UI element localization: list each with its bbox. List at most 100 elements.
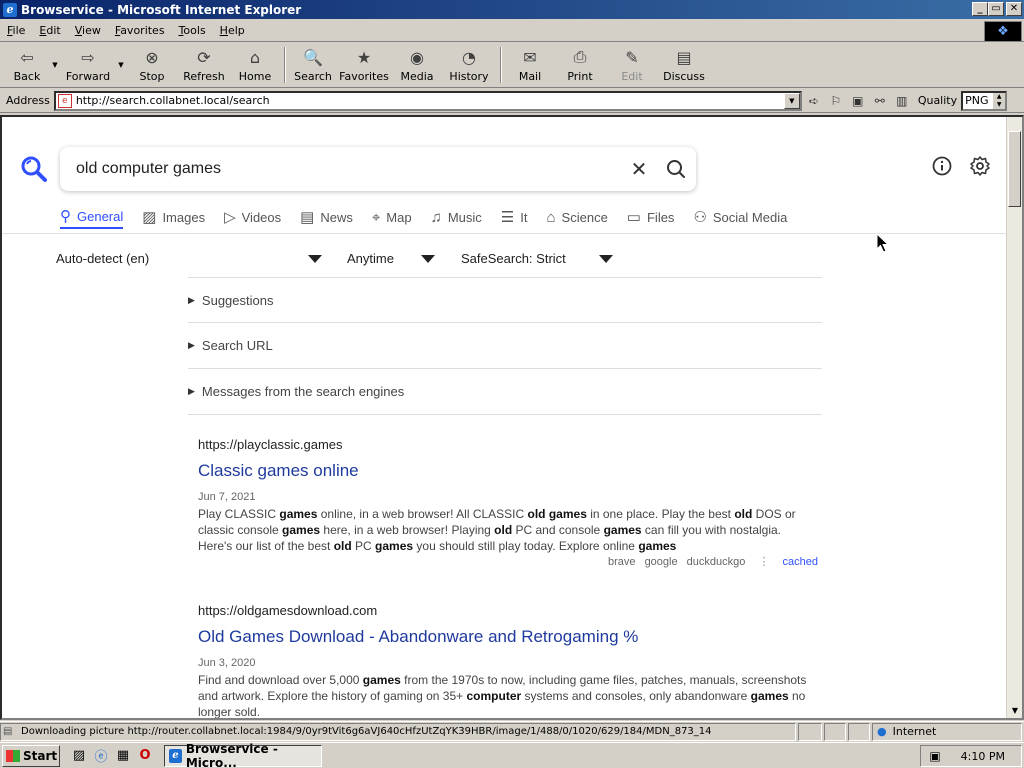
tab-science[interactable]: ⌂ Science [546, 205, 607, 229]
engine-label: google [644, 556, 678, 568]
result-engines: brave google duckduckgo ⋮ cached [198, 555, 818, 568]
tab-general[interactable]: ⚲ General [60, 205, 124, 229]
restore-button[interactable]: ▭ [988, 2, 1004, 16]
search-result: https://oldgamesdownload.com Old Games D… [198, 603, 818, 718]
tab-files[interactable]: ▭ Files [627, 205, 675, 229]
refresh-icon: ⟳ [197, 47, 211, 67]
edit-button[interactable]: ✎ Edit [606, 44, 658, 86]
menu-file[interactable]: File [0, 24, 32, 37]
mail-button[interactable]: ✉ Mail [506, 44, 554, 86]
back-button[interactable]: ⇦ Back [4, 44, 50, 86]
search-icon: ⚲ [60, 208, 71, 225]
search-url-toggle[interactable]: ▶ Search URL [188, 323, 822, 369]
result-url[interactable]: https://oldgamesdownload.com [198, 603, 818, 618]
taskbar: Start ▨ ⓔ ▦ O e Browservice - Micro... ▣… [0, 742, 1024, 768]
close-button[interactable]: ✕ [1006, 2, 1022, 16]
engine-messages-toggle[interactable]: ▶ Messages from the search engines [188, 369, 822, 415]
result-title-link[interactable]: Old Games Download - Abandonware and Ret… [198, 627, 818, 647]
tab-it[interactable]: ☰ It [501, 205, 528, 229]
ie-quicklaunch-icon[interactable]: ⓔ [90, 746, 112, 766]
desktop-icon[interactable]: ▨ [68, 746, 90, 766]
scroll-down-icon[interactable]: ▼ [1007, 704, 1022, 718]
find-binoculars-icon[interactable]: ⚯ [870, 91, 890, 111]
music-note-icon: ♫ [430, 208, 442, 226]
result-url[interactable]: https://playclassic.games [198, 437, 818, 452]
status-message: ▤ Downloading picture http://router.coll… [0, 722, 796, 741]
page-icon: e [57, 93, 72, 108]
favorites-button[interactable]: ★ Favorites [336, 44, 392, 86]
searxng-logo-icon[interactable] [20, 155, 48, 183]
tab-videos[interactable]: ▷ Videos [224, 205, 281, 229]
tab-music[interactable]: ♫ Music [431, 205, 482, 229]
print-button[interactable]: ⎙ Print [554, 44, 606, 86]
cached-link[interactable]: cached [783, 556, 818, 568]
quick-launch: ▨ ⓔ ▦ O [68, 746, 156, 766]
search-icon [667, 160, 685, 178]
result-title-link[interactable]: Classic games online [198, 461, 818, 481]
history-icon: ◔ [462, 47, 476, 67]
more-vertical-icon[interactable]: ⋮ [758, 556, 769, 568]
tray-network-icon[interactable]: ▣ [925, 749, 945, 763]
opera-icon[interactable]: O [134, 746, 156, 766]
address-input[interactable]: e http://search.collabnet.local/search ▼ [53, 90, 802, 111]
history-button[interactable]: ◔ History [442, 44, 496, 86]
search-submit-button[interactable] [656, 159, 696, 179]
taskbar-browservice[interactable]: e Browservice - Micro... [164, 742, 322, 768]
window-titlebar: e Browservice - Microsoft Internet Explo… [0, 0, 1024, 19]
scrollbar-thumb[interactable] [1008, 131, 1021, 207]
windows-flag-icon [6, 749, 20, 762]
gear-icon[interactable] [969, 155, 991, 177]
menu-favorites[interactable]: Favorites [108, 24, 172, 37]
forward-dropdown-icon[interactable]: ▼ [116, 44, 126, 86]
discuss-button[interactable]: ▤ Discuss [658, 44, 710, 86]
media-button[interactable]: ◉ Media [392, 44, 442, 86]
quality-spinner-icon[interactable]: ▲ ▼ [993, 92, 1006, 109]
back-dropdown-icon[interactable]: ▼ [50, 44, 60, 86]
quality-select[interactable]: PNG ▲ ▼ [961, 90, 1008, 111]
newspaper-icon: ▤ [300, 209, 315, 226]
security-zone: ● Internet [872, 722, 1022, 741]
bookmark-icon[interactable]: ⚐ [826, 91, 846, 111]
page-view-icon[interactable]: ▣ [848, 91, 868, 111]
search-box[interactable]: old computer games ✕ [60, 147, 696, 191]
safesearch-select[interactable]: SafeSearch: Strict [461, 251, 613, 266]
suggestions-toggle[interactable]: ▶ Suggestions [188, 277, 822, 323]
ie-logo-icon: e [3, 2, 17, 17]
chevron-down-icon [421, 254, 435, 263]
tab-map[interactable]: ⌖ Map [372, 205, 412, 229]
address-label: Address [6, 94, 50, 107]
status-cell [824, 722, 846, 741]
stop-button[interactable]: ⊗ Stop [126, 44, 178, 86]
ie-logo-icon: e [169, 748, 182, 763]
address-dropdown-icon[interactable]: ▼ [783, 92, 800, 109]
triangle-right-icon: ▶ [188, 340, 195, 350]
go-arrow-icon[interactable]: ➪ [804, 91, 824, 111]
start-button[interactable]: Start [2, 744, 60, 767]
info-icon[interactable] [931, 155, 953, 177]
menu-edit[interactable]: Edit [32, 24, 67, 37]
home-button[interactable]: ⌂ Home [230, 44, 280, 86]
forward-button[interactable]: ⇨ Forward [60, 44, 116, 86]
mail-icon: ✉ [523, 47, 537, 67]
menu-view[interactable]: View [68, 24, 108, 37]
menu-help[interactable]: Help [213, 24, 252, 37]
tab-news[interactable]: ▤ News [300, 205, 353, 229]
clipboard-icon[interactable]: ▥ [892, 91, 912, 111]
forward-arrow-icon: ⇨ [81, 47, 95, 67]
vertical-scrollbar[interactable]: ▼ [1006, 117, 1022, 718]
stop-icon: ⊗ [145, 47, 159, 67]
tab-images[interactable]: ▨ Images [142, 205, 205, 229]
time-range-select[interactable]: Anytime [347, 251, 435, 266]
search-page: old computer games ✕ ⚲ General ▨ Images ▷ V… [2, 117, 1006, 718]
search-input[interactable]: old computer games [76, 160, 622, 178]
clear-search-icon[interactable]: ✕ [622, 157, 656, 182]
refresh-button[interactable]: ⟳ Refresh [178, 44, 230, 86]
menu-tools[interactable]: Tools [172, 24, 213, 37]
tab-social-media[interactable]: ⚇ Social Media [693, 205, 787, 229]
network-icon[interactable]: ▦ [112, 746, 134, 766]
graduation-cap-icon: ⌂ [546, 208, 556, 226]
quality-label: Quality [917, 94, 958, 107]
language-select[interactable]: Auto-detect (en) [56, 251, 322, 266]
minimize-button[interactable]: _ [972, 2, 988, 16]
search-button[interactable]: 🔍 Search [290, 44, 336, 86]
